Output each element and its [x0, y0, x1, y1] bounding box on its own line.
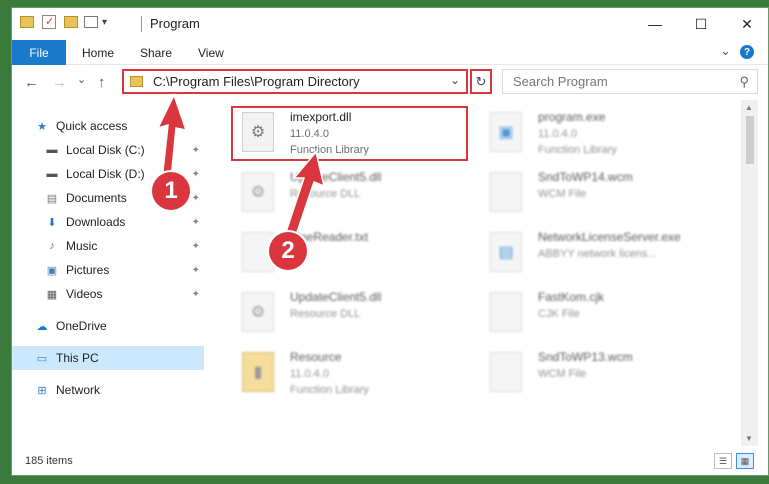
- callout-two: 2: [269, 232, 307, 270]
- annotation-arrows: [156, 93, 326, 248]
- callout-one: 1: [152, 172, 190, 210]
